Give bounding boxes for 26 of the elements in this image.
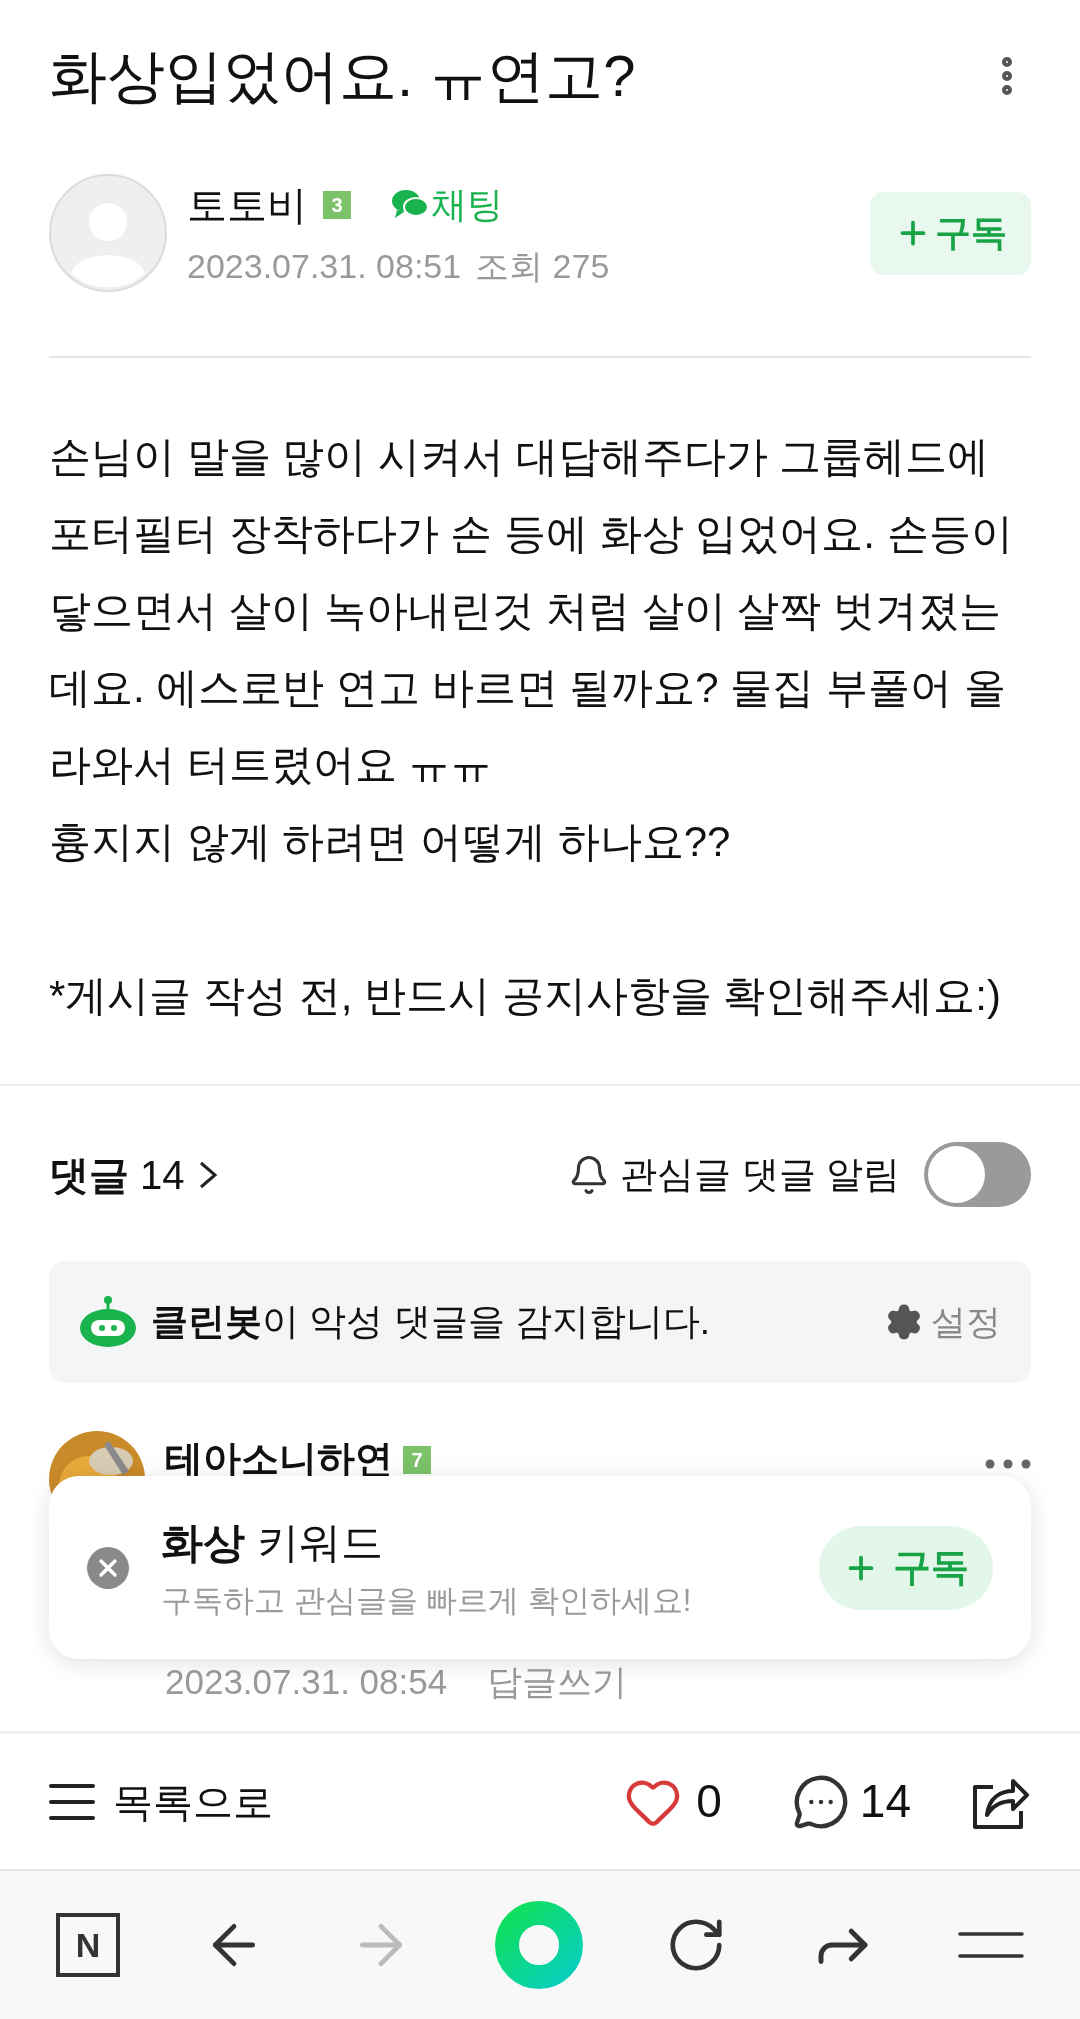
like-button[interactable]: 0 — [624, 1767, 722, 1836]
comments-link[interactable]: 댓글 14 — [49, 1144, 223, 1205]
comment-count-button[interactable]: 14 — [791, 1767, 911, 1836]
alert-label: 관심글 댓글 알림 — [620, 1152, 900, 1197]
list-button[interactable]: 목록으로 — [49, 1771, 273, 1832]
popup-subtitle: 구독하고 관심글을 빠르게 확인하세요! — [161, 1581, 693, 1620]
more-icon[interactable] — [985, 1459, 1031, 1469]
comment-date: 2023.07.31. 08:54 — [165, 1661, 448, 1703]
view-count: 조회 275 — [475, 245, 610, 287]
robot-icon — [79, 1296, 137, 1348]
settings-icon — [885, 1303, 923, 1341]
post-paragraph: 흉지지 않게 하려면 어떻게 하나요?? — [49, 817, 732, 867]
post-paragraph: *게시글 작성 전, 반드시 공지사항을 확인해주세요:) — [49, 971, 1002, 1021]
author-name[interactable]: 토토비 — [187, 174, 307, 235]
post-paragraph: 손님이 말을 많이 시켜서 대답해주다가 그룹헤드에 포터필터 장착하다가 손 등에 화상 입었어요. 손등이 닿으면서 살이 녹아내린것 처럼 살이 살짝 벗겨졌는데요. 에스로반 연고 바르면 될까요? 물집 부풀어 올라와서 터트렸어요 ㅠㅠ — [49, 432, 1014, 790]
post-date: 2023.07.31. 08:51 — [187, 245, 462, 287]
menu-icon[interactable] — [957, 1930, 1024, 1960]
close-button[interactable] — [87, 1546, 129, 1589]
menu-icon — [49, 1781, 95, 1822]
popup-title: 화상 키워드 — [161, 1517, 384, 1568]
level-badge: 7 — [403, 1445, 431, 1474]
avatar-icon — [49, 174, 167, 292]
home-logo[interactable]: N — [56, 1913, 120, 1977]
post-title: 화상입었어요. ㅠ연고? — [49, 42, 636, 110]
cleanbot-text: 클린봇이 악성 댓글을 감지합니다. — [151, 1300, 711, 1345]
level-badge: 3 — [323, 190, 351, 219]
